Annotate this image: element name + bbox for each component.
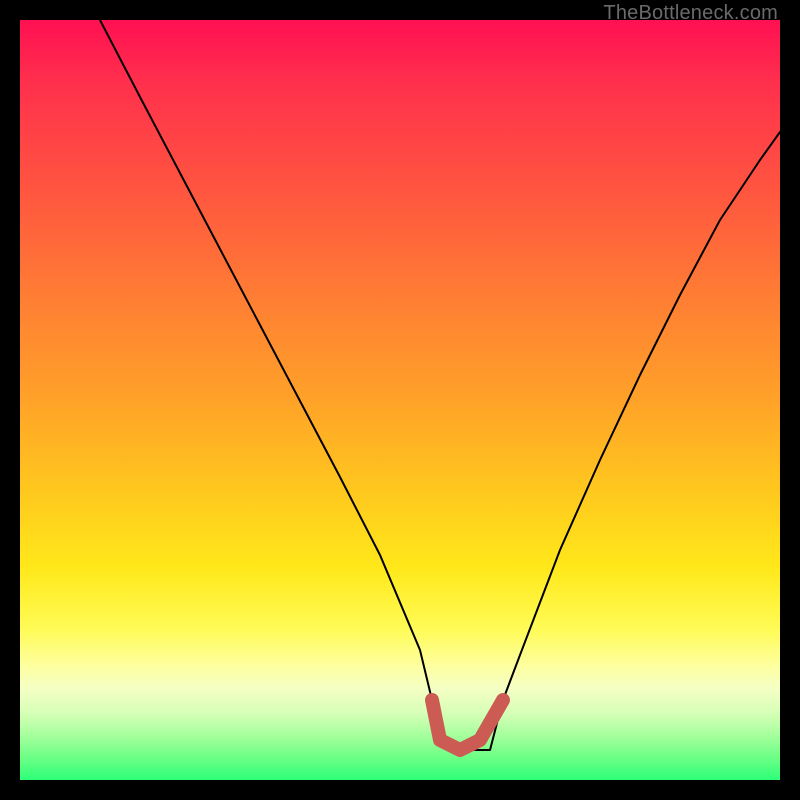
- chart-frame: TheBottleneck.com: [0, 0, 800, 800]
- plot-area: [20, 20, 780, 780]
- attribution-label: TheBottleneck.com: [603, 2, 778, 25]
- bottleneck-curve: [100, 20, 780, 750]
- curve-overlay: [20, 20, 780, 780]
